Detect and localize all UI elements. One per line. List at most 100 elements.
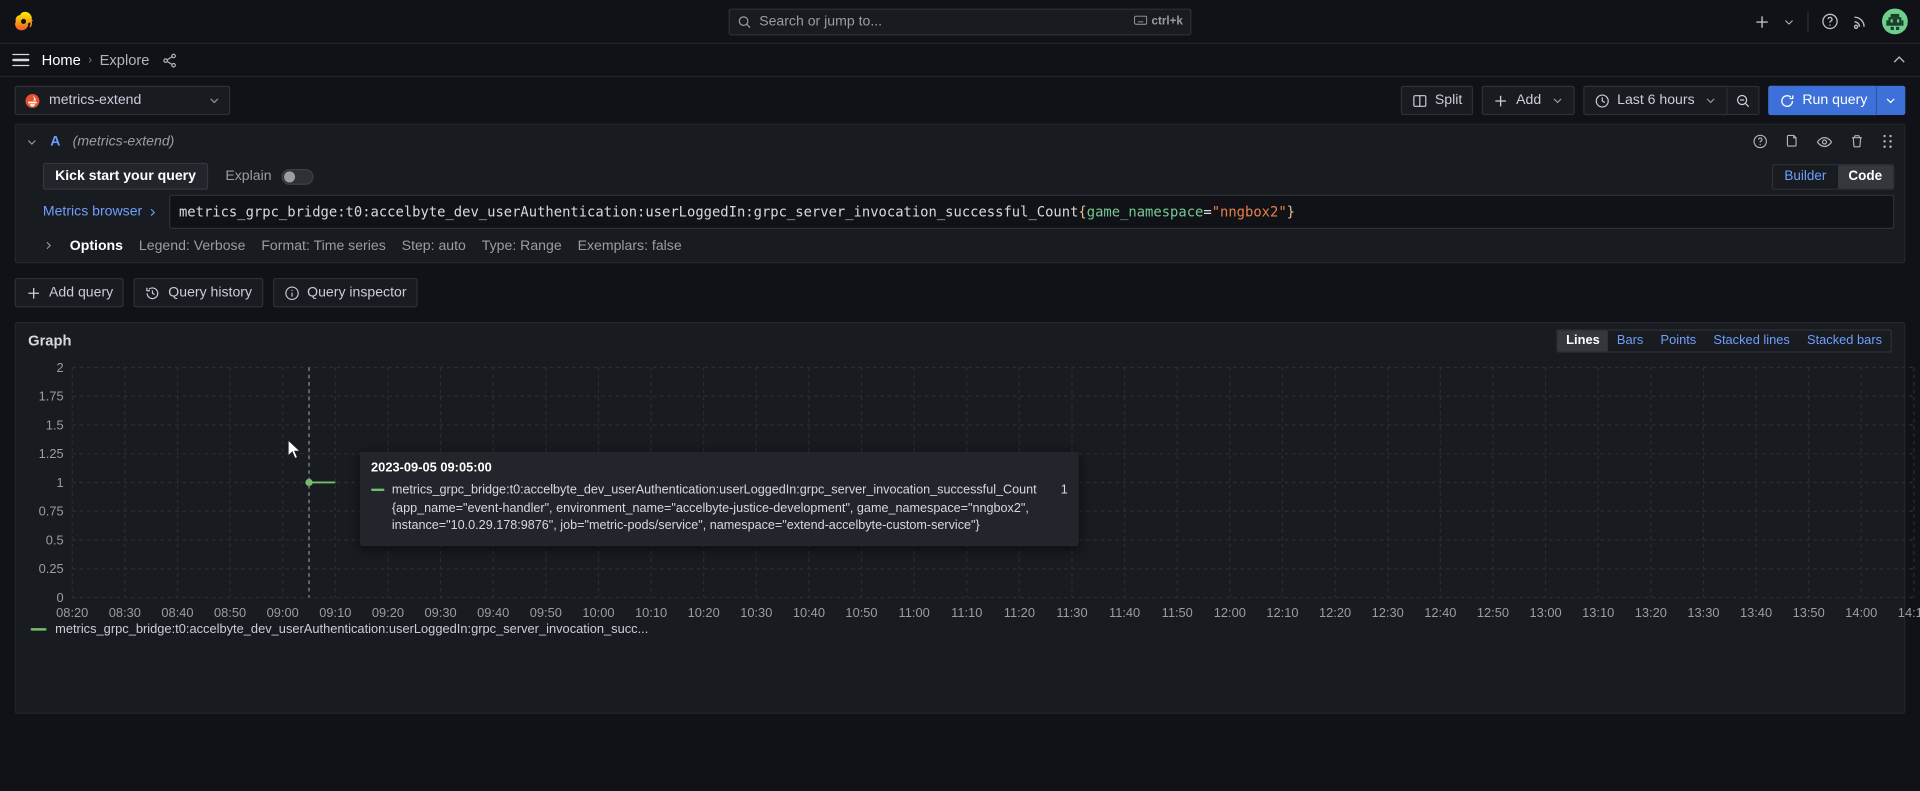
promql-code-editor[interactable]: metrics_grpc_bridge:t0:accelbyte_dev_use… [169, 194, 1895, 229]
svg-text:1.5: 1.5 [46, 417, 64, 432]
explain-label: Explain [225, 168, 272, 184]
legend-color-swatch[interactable] [30, 627, 47, 631]
refresh-icon [1779, 92, 1795, 108]
query-datasource-note: (metrics-extend) [72, 134, 175, 149]
tooltip-series-color-swatch [371, 488, 385, 492]
svg-text:08:30: 08:30 [109, 605, 141, 620]
query-ref-id[interactable]: A [50, 134, 60, 149]
query-expression-row: Metrics browser metrics_grpc_bridge:t0:a… [16, 194, 1904, 229]
query-editor-card: A (metrics-extend) Kick start your query… [14, 123, 1906, 264]
drag-handle-icon[interactable] [1881, 133, 1894, 149]
history-icon [145, 285, 161, 301]
query-inspector-button[interactable]: Query inspector [272, 277, 418, 308]
svg-text:09:00: 09:00 [267, 605, 299, 620]
add-query-button[interactable]: Add query [14, 277, 125, 308]
toolbar-right-actions: Split Add Last 6 hours Run query [1400, 85, 1906, 116]
trash-icon[interactable] [1849, 133, 1865, 149]
eye-icon[interactable] [1816, 133, 1833, 150]
run-query-button[interactable]: Run query [1768, 85, 1876, 116]
svg-text:14:10: 14:10 [1898, 605, 1920, 620]
explain-toggle[interactable] [281, 168, 314, 185]
datasource-picker[interactable]: metrics-extend [14, 85, 231, 116]
hamburger-menu-icon[interactable] [12, 53, 30, 67]
graph-legend: metrics_grpc_bridge:t0:accelbyte_dev_use… [30, 622, 648, 637]
plus-icon[interactable] [1753, 13, 1770, 30]
split-panes-icon [1412, 92, 1428, 108]
visualization-type-toggle: Lines Bars Points Stacked lines Stacked … [1556, 328, 1892, 353]
add-button[interactable]: Add [1481, 85, 1575, 116]
svg-text:10:00: 10:00 [582, 605, 614, 620]
viz-option-stacked-bars[interactable]: Stacked bars [1798, 330, 1890, 351]
search-input[interactable]: Search or jump to... [759, 14, 1127, 29]
query-actions-row: Add query Query history Query inspector [0, 263, 1920, 322]
svg-text:12:40: 12:40 [1424, 605, 1456, 620]
svg-text:11:40: 11:40 [1109, 605, 1140, 620]
options-label[interactable]: Options [70, 238, 123, 253]
chevron-right-icon[interactable] [43, 240, 54, 251]
editor-mode-code[interactable]: Code [1837, 164, 1894, 188]
tooltip-series-row: metrics_grpc_bridge:t0:accelbyte_dev_use… [371, 482, 1068, 536]
user-avatar[interactable] [1882, 8, 1908, 35]
run-query-label: Run query [1802, 93, 1868, 108]
svg-text:12:00: 12:00 [1214, 605, 1246, 620]
chevron-down-icon [1704, 94, 1716, 106]
help-circle-icon[interactable] [1821, 12, 1839, 30]
svg-text:08:20: 08:20 [56, 605, 88, 620]
split-button[interactable]: Split [1400, 85, 1474, 116]
breadcrumb-item-explore[interactable]: Explore [100, 51, 150, 68]
search-icon [737, 14, 752, 29]
breadcrumb-item-home[interactable]: Home [42, 51, 81, 68]
query-row-actions [1752, 133, 1894, 150]
share-icon[interactable] [162, 52, 178, 68]
viz-option-lines[interactable]: Lines [1557, 330, 1609, 351]
query-options-row: Kick start your query Explain Builder Co… [16, 158, 1904, 195]
editor-mode-builder[interactable]: Builder [1773, 165, 1837, 188]
query-row-header: A (metrics-extend) [16, 125, 1904, 158]
query-history-label: Query history [168, 285, 253, 301]
legend-series-label[interactable]: metrics_grpc_bridge:t0:accelbyte_dev_use… [55, 622, 648, 637]
chevron-down-icon[interactable] [208, 94, 220, 106]
svg-text:1.25: 1.25 [39, 446, 64, 461]
copy-icon[interactable] [1784, 133, 1800, 149]
option-legend: Legend: Verbose [138, 238, 246, 253]
graph-panel: Graph Lines Bars Points Stacked lines St… [14, 322, 1920, 714]
kick-start-query-button[interactable]: Kick start your query [42, 162, 209, 190]
svg-text:12:30: 12:30 [1372, 605, 1404, 620]
svg-text:10:40: 10:40 [793, 605, 825, 620]
metrics-browser-label: Metrics browser [42, 204, 143, 220]
svg-text:13:40: 13:40 [1740, 605, 1772, 620]
breadcrumb: Home › Explore [42, 51, 150, 68]
datasource-name: metrics-extend [48, 93, 142, 108]
svg-text:09:30: 09:30 [424, 605, 456, 620]
svg-text:14:00: 14:00 [1845, 605, 1877, 620]
query-inspector-label: Query inspector [307, 285, 407, 301]
keyboard-icon [1134, 14, 1148, 29]
svg-text:13:30: 13:30 [1687, 605, 1719, 620]
viz-option-points[interactable]: Points [1652, 330, 1705, 351]
grafana-logo-icon[interactable] [0, 10, 49, 33]
add-query-label: Add query [48, 285, 114, 301]
rss-icon[interactable] [1851, 12, 1869, 30]
viz-option-stacked-lines[interactable]: Stacked lines [1705, 330, 1799, 351]
split-button-label: Split [1434, 93, 1463, 108]
svg-text:12:20: 12:20 [1319, 605, 1351, 620]
metrics-browser-button[interactable]: Metrics browser [43, 195, 169, 229]
mouse-cursor [287, 438, 303, 466]
global-search-bar[interactable]: Search or jump to... ctrl+k [728, 7, 1192, 35]
time-range-picker[interactable]: Last 6 hours [1582, 85, 1728, 116]
top-navigation-actions [1753, 8, 1920, 35]
option-step: Step: auto [401, 238, 466, 253]
chevron-up-icon[interactable] [1891, 51, 1908, 68]
zoom-out-button[interactable] [1727, 85, 1760, 116]
run-query-dropdown[interactable] [1875, 85, 1906, 116]
viz-option-bars[interactable]: Bars [1608, 330, 1652, 351]
chevron-down-icon[interactable] [26, 135, 38, 147]
graph-panel-header: Graph Lines Bars Points Stacked lines St… [16, 323, 1904, 357]
chevron-down-icon[interactable] [1783, 15, 1795, 27]
help-circle-icon[interactable] [1752, 133, 1768, 149]
svg-text:11:20: 11:20 [1004, 605, 1035, 620]
promql-expression: metrics_grpc_bridge:t0:accelbyte_dev_use… [178, 203, 1296, 220]
query-history-button[interactable]: Query history [134, 277, 264, 308]
svg-text:0: 0 [57, 590, 64, 605]
svg-text:13:00: 13:00 [1529, 605, 1561, 620]
